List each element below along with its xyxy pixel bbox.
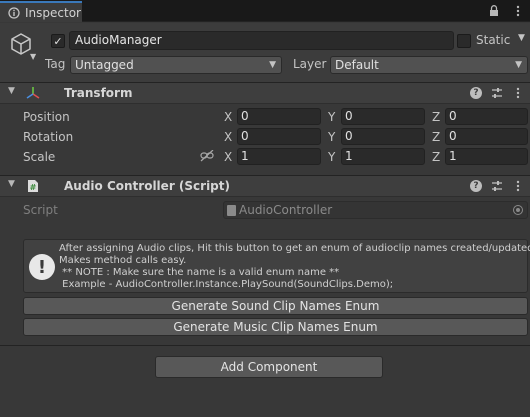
chevron-down-icon: ▼ <box>515 60 522 70</box>
active-checkbox[interactable]: ✓ <box>51 34 65 48</box>
static-dropdown-arrow-icon[interactable]: ▼ <box>518 33 525 43</box>
csharp-script-icon: # <box>26 179 40 193</box>
rotation-label: Rotation <box>23 130 74 144</box>
foldout-arrow-icon[interactable]: ▼ <box>8 179 15 189</box>
add-component-button[interactable]: Add Component <box>155 356 383 378</box>
component-menu-icon[interactable] <box>512 179 524 193</box>
scale-x-field[interactable]: 1 <box>237 148 321 165</box>
position-z-field[interactable]: 0 <box>445 108 528 125</box>
script-file-icon <box>227 205 236 216</box>
tag-label: Tag <box>45 57 66 71</box>
cube-icon[interactable] <box>10 32 32 56</box>
tag-value: Untagged <box>75 58 134 72</box>
chevron-down-icon: ▼ <box>269 60 276 70</box>
kebab-menu-icon[interactable] <box>512 4 524 18</box>
axis-y-label[interactable]: Y <box>328 150 335 164</box>
scale-link-icon[interactable] <box>200 149 214 162</box>
axis-y-label[interactable]: Y <box>328 130 335 144</box>
axis-x-label[interactable]: X <box>224 130 232 144</box>
audio-controller-header[interactable]: ▼ # Audio Controller (Script) ? <box>0 175 530 197</box>
script-field[interactable]: AudioController <box>223 201 528 219</box>
foldout-arrow-icon[interactable]: ▼ <box>8 86 15 96</box>
component-menu-icon[interactable] <box>512 86 524 100</box>
gameobject-name-input[interactable]: AudioManager <box>69 31 454 50</box>
help-text: After assigning Audio clips, Hit this bu… <box>59 243 530 291</box>
script-label: Script <box>23 203 58 217</box>
svg-text:#: # <box>30 183 37 192</box>
generate-sound-enum-button[interactable]: Generate Sound Clip Names Enum <box>23 297 528 315</box>
layer-value: Default <box>335 58 379 72</box>
tab-bar: Inspector <box>0 0 530 22</box>
transform-header[interactable]: ▼ Transform ? <box>0 82 530 104</box>
axis-x-label[interactable]: X <box>224 110 232 124</box>
help-line: ** NOTE : Make sure the name is a valid … <box>59 267 340 278</box>
presets-icon[interactable] <box>491 86 503 100</box>
generate-music-enum-button[interactable]: Generate Music Clip Names Enum <box>23 318 528 336</box>
scale-y-field[interactable]: 1 <box>341 148 425 165</box>
help-line: After assigning Audio clips, Hit this bu… <box>59 243 530 254</box>
static-checkbox[interactable] <box>457 34 471 48</box>
axis-z-label[interactable]: Z <box>432 150 440 164</box>
rotation-x-field[interactable]: 0 <box>237 128 321 145</box>
divider <box>0 345 530 346</box>
tab-inspector[interactable]: Inspector <box>0 1 82 22</box>
audio-controller-title: Audio Controller (Script) <box>64 179 230 193</box>
help-box: ! After assigning Audio clips, Hit this … <box>23 239 530 293</box>
position-y-field[interactable]: 0 <box>341 108 425 125</box>
rotation-z-field[interactable]: 0 <box>445 128 528 145</box>
presets-icon[interactable] <box>491 179 503 193</box>
layer-dropdown[interactable]: Default ▼ <box>330 56 528 74</box>
transform-title: Transform <box>64 86 133 100</box>
inspector-icon <box>8 6 20 19</box>
script-value: AudioController <box>239 203 333 217</box>
help-line: Makes method calls easy. <box>59 255 187 266</box>
scale-label: Scale <box>23 150 56 164</box>
axis-z-label[interactable]: Z <box>432 110 440 124</box>
layer-label: Layer <box>293 57 327 71</box>
gameobject-header: ▼ ✓ AudioManager Static ▼ Tag Untagged ▼… <box>0 23 530 83</box>
transform-axes-icon <box>26 86 40 100</box>
scale-z-field[interactable]: 1 <box>445 148 528 165</box>
rotation-y-field[interactable]: 0 <box>341 128 425 145</box>
static-label: Static <box>476 33 511 47</box>
position-x-field[interactable]: 0 <box>237 108 321 125</box>
object-picker-icon[interactable] <box>513 205 523 215</box>
help-icon[interactable]: ? <box>470 180 482 192</box>
axis-y-label[interactable]: Y <box>328 110 335 124</box>
info-icon: ! <box>29 254 55 280</box>
help-line: Example - AudioController.Instance.PlayS… <box>59 279 394 290</box>
position-label: Position <box>23 110 70 124</box>
icon-dropdown-arrow-icon[interactable]: ▼ <box>30 52 36 61</box>
help-icon[interactable]: ? <box>470 87 482 99</box>
tab-label: Inspector <box>25 5 81 20</box>
tag-dropdown[interactable]: Untagged ▼ <box>70 56 282 74</box>
lock-icon[interactable] <box>488 4 500 18</box>
axis-x-label[interactable]: X <box>224 150 232 164</box>
axis-z-label[interactable]: Z <box>432 130 440 144</box>
